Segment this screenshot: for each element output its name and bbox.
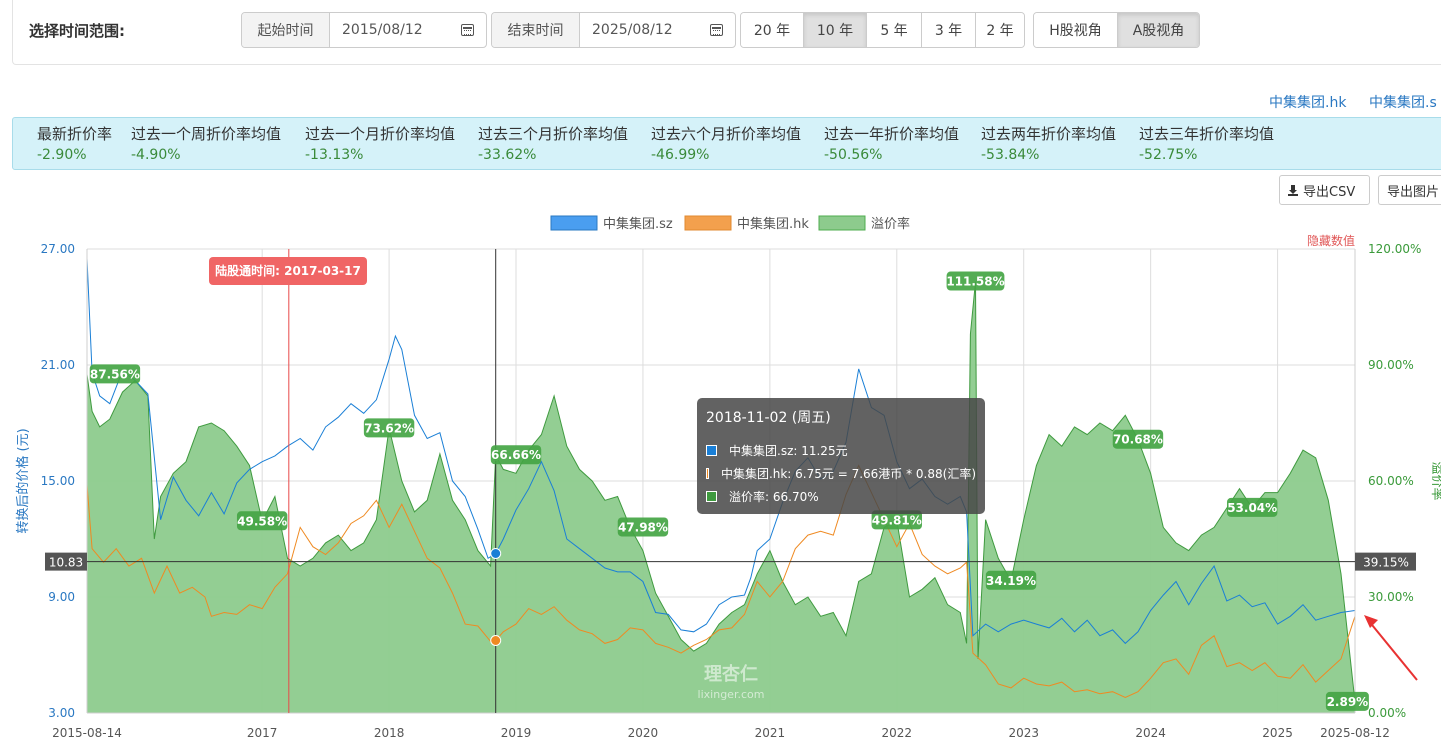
y-left-tick-label: 9.00 <box>48 590 75 604</box>
hk-point <box>490 635 502 646</box>
x-tick-label: 2020 <box>628 726 659 740</box>
event-marker-label: 陆股通时间: 2017-03-17 <box>215 263 361 278</box>
legend-swatch <box>550 215 598 231</box>
annotation-label: 2.89% <box>1327 695 1369 709</box>
tooltip-swatch-hk <box>706 467 709 479</box>
tooltip-row-sz: 中集集团.sz: 11.25元 <box>706 440 976 460</box>
annotation-label: 73.62% <box>364 421 414 435</box>
y-left-axis-title: 转换后的价格 (元) <box>15 428 31 533</box>
y-left-tick-label: 27.00 <box>41 242 75 256</box>
legend-swatch <box>818 215 866 231</box>
annotation-label: 49.81% <box>872 513 922 527</box>
y-left-tick-label: 3.00 <box>48 706 75 720</box>
legend-swatch <box>684 215 732 231</box>
premium-chart: 3.00 9.00 15.00 21.00 27.00 0.00% 30.00% 60.00%… <box>15 215 1441 740</box>
chart-tooltip: 2018-11-02 (周五) 中集集团.sz: 11.25元 中集集团.hk:… <box>697 398 985 514</box>
tooltip-text-hk: 中集集团.hk: 6.75元 = 7.66港币 * 0.88(汇率) <box>720 466 976 481</box>
y-right-tick-label: 30.00% <box>1368 590 1414 604</box>
sz-point <box>490 548 502 559</box>
x-tick-label: 2024 <box>1135 726 1166 740</box>
annotation-label: 34.19% <box>986 574 1036 588</box>
x-tick-label: 2025-08-12 <box>1320 726 1390 740</box>
legend-label: 中集集团.hk <box>737 216 809 232</box>
x-tick-label: 2023 <box>1008 726 1039 740</box>
annotation-label: 47.98% <box>618 520 668 534</box>
crosshair-right-value: 39.15% <box>1363 556 1409 570</box>
tooltip-text-sz: 中集集团.sz: 11.25元 <box>729 443 848 458</box>
legend-label: 中集集团.sz <box>603 216 673 232</box>
tooltip-title: 2018-11-02 (周五) <box>706 410 831 426</box>
x-tick-label: 2015-08-14 <box>52 726 122 740</box>
annotation-label: 53.04% <box>1227 501 1277 515</box>
arrow-head <box>1364 615 1378 628</box>
watermark-logo: 理杏仁 <box>704 663 758 685</box>
annotation-label: 70.68% <box>1113 433 1163 447</box>
y-right-axis-title: 溢价率 <box>1429 461 1441 500</box>
arrow-shaft <box>1367 619 1418 681</box>
y-right-tick-label: 0.00% <box>1368 706 1406 720</box>
hide-values-toggle: 隐藏数值 <box>1307 233 1355 248</box>
y-right-tick-label: 120.00% <box>1368 242 1421 256</box>
x-tick-label: 2021 <box>755 726 786 740</box>
legend-label: 溢价率 <box>871 216 910 232</box>
x-tick-label: 2018 <box>374 726 405 740</box>
y-left-tick-label: 21.00 <box>41 358 75 372</box>
x-tick-label: 2017 <box>247 726 278 740</box>
x-tick-label: 2022 <box>882 726 913 740</box>
tooltip-swatch-premium <box>706 490 717 502</box>
annotation-label: 49.58% <box>237 514 287 528</box>
tooltip-text-premium: 溢价率: 66.70% <box>729 489 819 504</box>
tooltip-row-premium: 溢价率: 66.70% <box>706 486 976 506</box>
annotation-label: 87.56% <box>90 367 140 381</box>
y-right-tick-label: 60.00% <box>1368 474 1414 488</box>
annotation-label: 111.58% <box>946 275 1004 289</box>
y-right-tick-label: 90.00% <box>1368 358 1414 372</box>
watermark-url: lixinger.com <box>698 688 765 701</box>
annotation-label: 66.66% <box>491 448 541 462</box>
x-tick-label: 2025 <box>1262 726 1293 740</box>
crosshair-left-value: 10.83 <box>49 556 83 570</box>
y-left-tick-label: 15.00 <box>41 474 75 488</box>
tooltip-swatch-sz <box>706 444 717 456</box>
tooltip-row-hk: 中集集团.hk: 6.75元 = 7.66港币 * 0.88(汇率) <box>706 463 976 483</box>
x-tick-label: 2019 <box>501 726 532 740</box>
